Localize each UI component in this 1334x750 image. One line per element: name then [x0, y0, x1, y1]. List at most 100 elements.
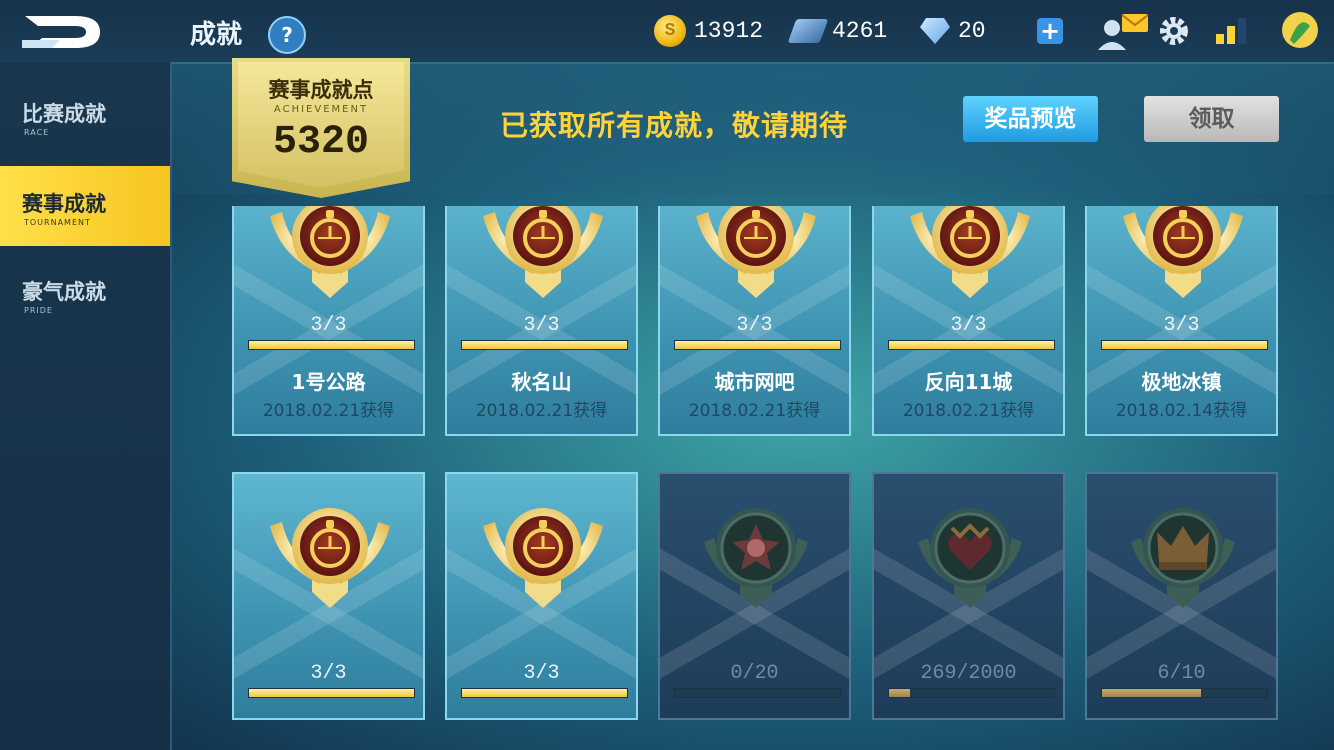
- sidebar-item-tournament[interactable]: 赛事成就 TOURNAMENT: [0, 166, 170, 246]
- achievement-name: 淘金者: [660, 714, 849, 718]
- help-button[interactable]: ?: [268, 16, 306, 54]
- achievement-card[interactable]: 0/20 淘金者: [658, 472, 851, 720]
- progress-bar: [674, 688, 841, 698]
- achievement-progress: 0/20: [730, 662, 779, 685]
- achievement-name: 法老金字塔: [234, 714, 423, 718]
- achievement-progress: 3/3: [523, 662, 560, 685]
- achievement-progress: 3/3: [736, 314, 773, 337]
- progress-bar-fill: [1102, 341, 1267, 349]
- progress-bar-fill: [675, 341, 840, 349]
- achievement-card[interactable]: 3/3 城市网吧 2018.02.21获得: [658, 206, 851, 436]
- progress-bar: [1101, 688, 1268, 698]
- progress-bar: [888, 340, 1055, 350]
- achievement-name: 日光之城: [447, 714, 636, 718]
- achievement-progress: 3/3: [310, 662, 347, 685]
- diamond-balance[interactable]: 20: [920, 14, 986, 48]
- achievement-card[interactable]: 3/3 日光之城: [445, 472, 638, 720]
- settings-gear-icon[interactable]: [1156, 13, 1192, 49]
- diamond-count: 20: [958, 18, 986, 44]
- stopwatch-medal-icon: [910, 206, 1030, 298]
- achievement-progress: 3/3: [950, 314, 987, 337]
- prize-preview-button[interactable]: 奖品预览: [963, 96, 1098, 142]
- progress-bar-fill: [462, 689, 627, 697]
- status-message: 已获取所有成就，敬请期待: [500, 109, 849, 142]
- back-logo-icon[interactable]: [20, 10, 105, 54]
- progress-bar: [461, 688, 628, 698]
- coin-icon: S: [654, 15, 686, 47]
- sidebar-item-label: 赛事成就: [22, 192, 106, 216]
- stopwatch-medal-icon: [483, 206, 603, 298]
- stopwatch-medal-icon: [270, 508, 390, 608]
- achievement-date: 2018.02.21获得: [688, 401, 821, 421]
- achievement-card[interactable]: 3/3 1号公路 2018.02.21获得: [232, 206, 425, 436]
- avatar-icon[interactable]: [1280, 10, 1320, 50]
- stopwatch-medal-icon: [483, 508, 603, 608]
- stopwatch-medal-icon: [270, 206, 390, 298]
- claim-button[interactable]: 领取: [1144, 96, 1279, 142]
- achievement-card[interactable]: 6/10 魅力四射: [1085, 472, 1278, 720]
- banner-subtitle: ACHIEVEMENT: [273, 104, 369, 115]
- progress-bar-fill: [462, 341, 627, 349]
- progress-bar: [674, 340, 841, 350]
- sidebar-item-sublabel: TOURNAMENT: [24, 218, 91, 227]
- crown-medal-icon: [1131, 508, 1235, 608]
- star-medal-icon: [704, 508, 808, 608]
- recharge-button[interactable]: +: [1037, 18, 1063, 44]
- coupon-balance[interactable]: 4261: [787, 14, 888, 48]
- progress-bar: [461, 340, 628, 350]
- achievement-card[interactable]: 3/3 极地冰镇 2018.02.14获得: [1085, 206, 1278, 436]
- progress-bar: [248, 340, 415, 350]
- achievement-name: 反向11城: [924, 370, 1013, 394]
- achievement-date: 2018.02.21获得: [902, 401, 1035, 421]
- progress-bar-fill: [1102, 689, 1201, 697]
- progress-bar-fill: [249, 341, 414, 349]
- coupon-count: 4261: [832, 18, 888, 44]
- stopwatch-medal-icon: [1123, 206, 1243, 298]
- achievement-card[interactable]: 3/3 反向11城 2018.02.21获得: [872, 206, 1065, 436]
- stopwatch-medal-icon: [696, 206, 816, 298]
- achievement-grid: 3/3 1号公路 2018.02.21获得 3/3 秋名山 2018.02.21…: [170, 206, 1334, 728]
- signal-strength-icon: [1216, 18, 1246, 44]
- achievement-name: 魅力四射: [1087, 714, 1276, 718]
- progress-bar: [1101, 340, 1268, 350]
- achievement-points: 5320: [272, 120, 369, 165]
- achievement-date: 2018.02.21获得: [262, 401, 395, 421]
- sidebar-item-race[interactable]: 比赛成就 RACE: [0, 76, 170, 156]
- achievement-progress: 269/2000: [920, 662, 1017, 685]
- sidebar-item-pride[interactable]: 豪气成就 PRIDE: [0, 254, 170, 334]
- friends-mail-icon[interactable]: [1094, 12, 1154, 52]
- sidebar-item-label: 豪气成就: [22, 280, 106, 304]
- achievement-card[interactable]: 269/2000 情比金坚: [872, 472, 1065, 720]
- achievement-card[interactable]: 3/3 秋名山 2018.02.21获得: [445, 206, 638, 436]
- diamond-icon: [920, 18, 950, 44]
- achievement-progress: 6/10: [1157, 662, 1206, 685]
- sidebar-item-sublabel: PRIDE: [24, 306, 53, 315]
- achievement-progress: 3/3: [310, 314, 347, 337]
- coupon-icon: [787, 19, 829, 43]
- coin-count: 13912: [694, 18, 764, 44]
- sidebar-item-label: 比赛成就: [22, 102, 106, 126]
- progress-bar: [888, 688, 1055, 698]
- achievement-date: 2018.02.14获得: [1115, 401, 1248, 421]
- achievement-name: 秋名山: [511, 370, 572, 394]
- achievement-card[interactable]: 3/3 法老金字塔: [232, 472, 425, 720]
- achievement-name: 极地冰镇: [1141, 370, 1222, 394]
- sidebar: 比赛成就 RACE 赛事成就 TOURNAMENT 豪气成就 PRIDE: [0, 62, 172, 750]
- progress-bar: [248, 688, 415, 698]
- achievement-date: 2018.02.21获得: [475, 401, 608, 421]
- achievement-name: 1号公路: [291, 370, 366, 394]
- progress-bar-fill: [889, 341, 1054, 349]
- achievement-name: 情比金坚: [874, 714, 1063, 718]
- achievement-progress: 3/3: [523, 314, 560, 337]
- heart-medal-icon: [918, 508, 1022, 608]
- progress-bar-fill: [249, 689, 414, 697]
- banner-title: 赛事成就点: [268, 78, 374, 102]
- achievement-name: 城市网吧: [714, 370, 795, 394]
- progress-bar-fill: [889, 689, 911, 697]
- coin-balance[interactable]: S 13912: [654, 14, 763, 48]
- achievement-progress: 3/3: [1163, 314, 1200, 337]
- achievement-points-banner: 赛事成就点 ACHIEVEMENT 5320: [232, 58, 410, 198]
- page-title: 成就: [190, 20, 243, 50]
- top-bar: 成就 ? S 13912 4261 20 +: [0, 0, 1334, 64]
- sidebar-item-sublabel: RACE: [24, 128, 50, 137]
